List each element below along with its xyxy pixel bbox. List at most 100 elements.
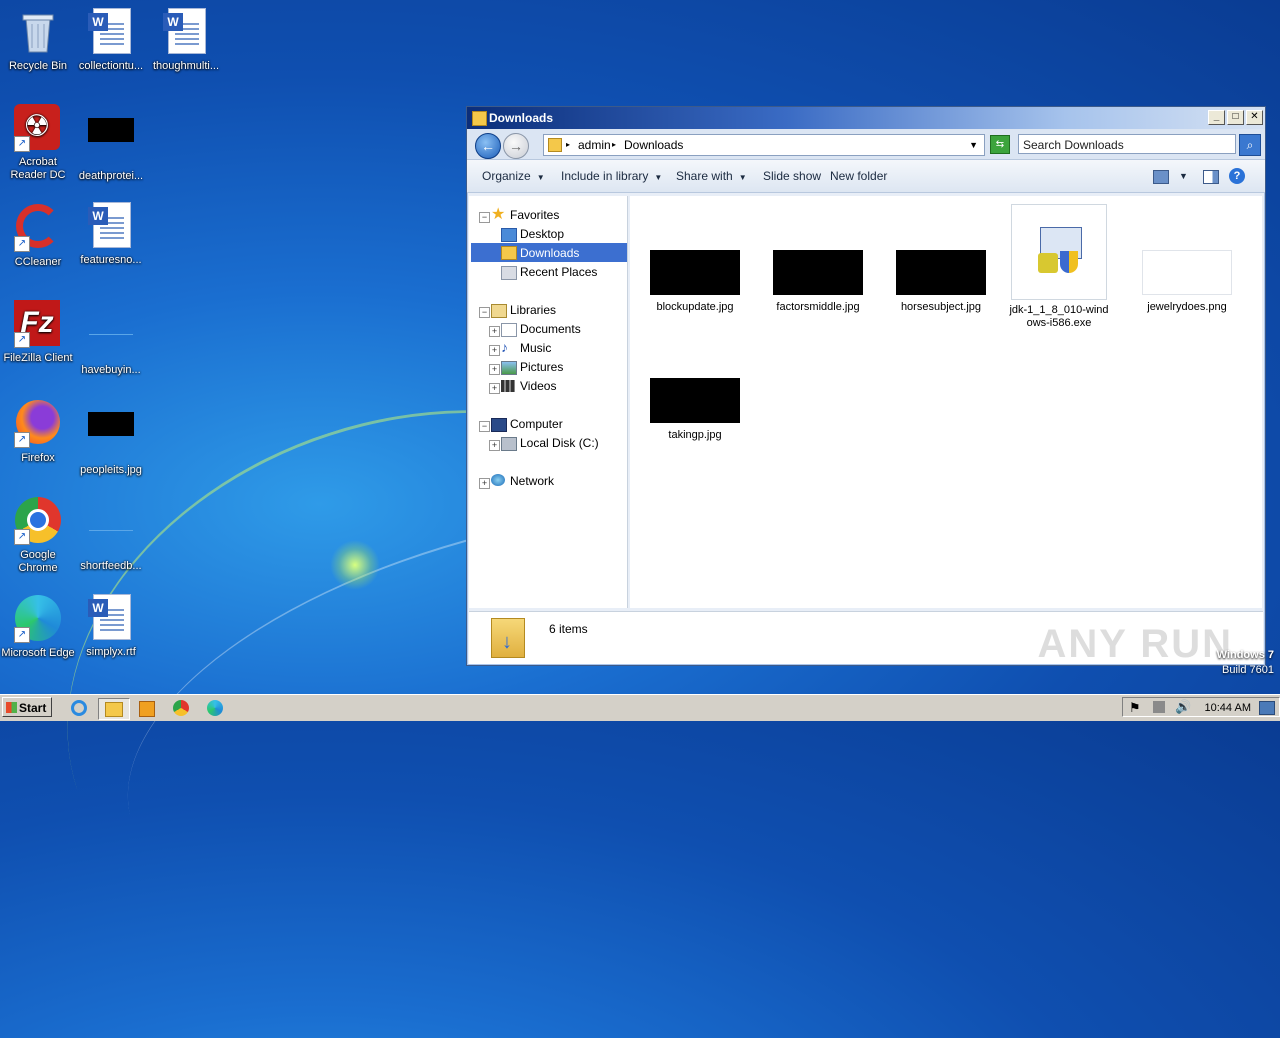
search-icon[interactable]: ⌕ [1239,134,1261,156]
file-item[interactable]: blockupdate.jpg [640,250,750,314]
share-with-menu[interactable]: Share with ▼ [676,169,747,183]
collapse-icon[interactable]: − [479,307,490,318]
desktop-icon-image[interactable]: havebuyin... [73,300,149,377]
expand-icon[interactable]: + [489,364,500,375]
help-icon[interactable]: ? [1229,168,1245,184]
file-item[interactable]: factorsmiddle.jpg [763,250,873,314]
desktop-icon-image[interactable]: deathprotei... [73,104,149,183]
action-center-flag-icon[interactable]: ⚑ [1129,700,1141,716]
desktop-icon-word-doc[interactable]: W collectiontu... [73,8,149,73]
media-player-icon[interactable] [136,698,158,718]
nav-favorites[interactable]: Favorites [510,206,559,224]
nav-computer[interactable]: Computer [510,415,563,433]
local-disk-icon [501,437,517,451]
slide-show-button[interactable]: Slide show [763,169,821,183]
back-button[interactable]: ← [475,133,501,159]
nav-pictures[interactable]: Pictures [520,358,563,376]
shortcut-arrow-icon: ↗ [14,627,30,643]
window-titlebar[interactable]: Downloads _ □ ✕ [467,107,1265,129]
file-name: jewelrydoes.png [1147,301,1227,313]
file-item[interactable]: jewelrydoes.png [1132,250,1242,314]
chrome-icon: ↗ [14,497,62,545]
word-doc-icon: W [87,8,135,56]
windows-build: Build 7601 [1222,664,1274,676]
organize-menu[interactable]: Organize ▼ [482,169,545,183]
desktop-icon-image[interactable]: peopleits.jpg [73,398,149,477]
collapse-icon[interactable]: − [479,421,490,432]
documents-icon [501,323,517,337]
desktop-icon-filezilla[interactable]: Fz ↗ FileZilla Client [0,300,76,365]
nav-recent-places[interactable]: Recent Places [520,263,597,281]
file-item[interactable]: horsesubject.jpg [886,250,996,314]
preview-pane-icon[interactable] [1203,170,1219,184]
black-thumbnail-icon [87,118,135,166]
folder-icon [105,702,123,717]
start-button[interactable]: Start [2,697,52,717]
desktop-icon-image[interactable]: shortfeedb... [73,496,149,573]
file-item[interactable]: jdk-1_1_8_010-windows-i586.exe [1009,204,1109,330]
expand-icon[interactable]: + [489,383,500,394]
filezilla-icon: Fz ↗ [14,300,62,348]
desktop-icon-label: Microsoft Edge [1,647,75,659]
refresh-button[interactable]: ⇆ [990,135,1010,154]
desktop-icon-acrobat[interactable]: ☢ ↗ Acrobat Reader DC [0,104,76,182]
breadcrumb-downloads[interactable]: Downloads [624,135,683,155]
expand-icon[interactable]: + [479,478,490,489]
search-input[interactable]: Search Downloads [1018,134,1236,154]
internet-explorer-icon[interactable] [68,698,90,718]
nav-libraries[interactable]: Libraries [510,301,556,319]
nav-music[interactable]: Music [520,339,551,357]
nav-downloads: Downloads [520,246,580,260]
desktop-icon-chrome[interactable]: ↗ Google Chrome [0,496,76,575]
desktop-icon-firefox[interactable]: ↗ Firefox [0,398,76,465]
expand-icon[interactable]: + [489,345,500,356]
chevron-down-icon: ▼ [536,173,545,182]
nav-desktop[interactable]: Desktop [520,225,564,243]
desktop-icon-label: Recycle Bin [8,60,68,72]
desktop-icon-recycle-bin[interactable]: Recycle Bin [0,8,76,73]
desktop-icon-word-doc[interactable]: W featuresno... [73,202,149,267]
file-name: jdk-1_1_8_010-windows-i586.exe [1009,304,1109,329]
edge-taskbar-icon[interactable] [204,698,226,718]
address-dropdown-icon[interactable]: ▼ [969,135,978,155]
show-desktop-icon[interactable] [1259,701,1275,715]
collapse-icon[interactable]: − [479,212,490,223]
file-list: blockupdate.jpg factorsmiddle.jpg horses… [630,196,1262,608]
nav-downloads-selected[interactable]: Downloads [471,243,627,262]
nav-documents[interactable]: Documents [520,320,581,338]
view-options-icon[interactable] [1153,170,1169,184]
nav-videos[interactable]: Videos [520,377,556,395]
volume-icon[interactable]: 🔊 [1175,699,1191,715]
address-box[interactable]: ▸ admin ▸ Downloads ▼ [543,134,985,156]
clock[interactable]: 10:44 AM [1205,702,1251,714]
chrome-taskbar-icon[interactable] [170,698,192,718]
maximize-button[interactable]: □ [1227,110,1244,125]
breadcrumb-chevron-icon[interactable]: ▸ [612,135,616,155]
nav-network[interactable]: Network [510,472,554,490]
forward-button[interactable]: → [503,133,529,159]
desktop-icon-label: peopleits.jpg [80,464,142,476]
view-dropdown-icon[interactable]: ▼ [1179,171,1188,181]
explorer-window[interactable]: Downloads _ □ ✕ ← → ▸ admin ▸ Downloads … [466,106,1266,666]
breadcrumb-admin[interactable]: admin [578,135,611,155]
expand-icon[interactable]: + [489,440,500,451]
nav-local-disk[interactable]: Local Disk (C:) [520,434,599,452]
desktop-icon-edge[interactable]: ↗ Microsoft Edge [0,594,76,660]
desktop-icon-ccleaner[interactable]: ↗ CCleaner [0,202,76,269]
include-in-library-menu[interactable]: Include in library ▼ [561,169,662,183]
network-tray-icon[interactable] [1153,701,1165,713]
explorer-taskbar-button[interactable] [98,698,130,720]
desktop-icon-word-doc[interactable]: W simplyx.rtf [73,594,149,659]
image-thumbnail [650,250,740,295]
file-item[interactable]: takingp.jpg [640,378,750,442]
minimize-button[interactable]: _ [1208,110,1225,125]
ccleaner-icon: ↗ [14,204,62,252]
desktop-icon-word-doc[interactable]: W thoughmulti... [148,8,224,73]
recent-places-icon [501,266,517,280]
new-folder-button[interactable]: New folder [830,169,887,183]
close-button[interactable]: ✕ [1246,110,1263,125]
desktop-icon-label: Google Chrome [18,549,58,574]
command-bar: Organize ▼ Include in library ▼ Share with… [467,160,1265,193]
breadcrumb-chevron-icon[interactable]: ▸ [566,135,570,155]
expand-icon[interactable]: + [489,326,500,337]
